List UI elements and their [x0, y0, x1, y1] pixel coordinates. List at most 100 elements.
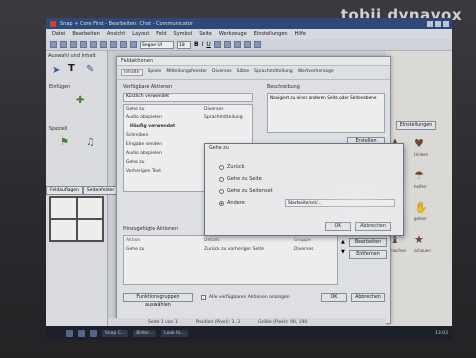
sound-icon[interactable]: ♫ [86, 137, 95, 148]
tab-sprachmitteilung[interactable]: Sprachmitteilung [254, 69, 293, 76]
assigned-actions-table[interactable]: Aktion Details Gruppe Gehe zu Zurück zu … [123, 235, 338, 285]
close-button[interactable] [443, 20, 449, 27]
minimize-button[interactable] [427, 20, 433, 27]
symbol-icon[interactable]: ★ [414, 233, 424, 246]
italic-button[interactable]: I [202, 41, 204, 48]
list-item[interactable]: Audio abspielen [126, 151, 162, 156]
font-size-select[interactable]: 18 [177, 40, 191, 49]
symbol-icon[interactable]: ☂ [414, 169, 424, 182]
menu-item[interactable]: Datei [52, 31, 65, 37]
list-item[interactable]: Gehe zu [126, 107, 145, 112]
radio-label: Gehe zu Seitenset [227, 188, 273, 194]
radio-label: Andere [227, 200, 245, 206]
dialog-tabs: Inhalte Spiele Mitteilungsfenster Divers… [117, 66, 390, 80]
search-input[interactable]: Kürzlich verwendet [123, 93, 253, 102]
move-down-icon[interactable]: ▼ [341, 249, 345, 255]
list-item-group: Diverses [204, 107, 224, 112]
goto-cancel-button[interactable]: Abbrechen [355, 222, 391, 231]
menu-item[interactable]: Werkzeuge [219, 31, 247, 37]
new-icon[interactable] [50, 41, 57, 48]
radio-goto-page[interactable]: Gehe zu Seite [219, 176, 262, 182]
list-item[interactable]: Gehe zu [126, 160, 145, 165]
show-all-checkbox[interactable]: Alle verfügbaren Aktionen anzeigen [201, 295, 290, 300]
layout-preview[interactable] [49, 196, 104, 242]
color-icon[interactable] [233, 41, 241, 48]
menu-item[interactable]: Seite [199, 31, 212, 37]
menu-item[interactable]: Ansicht [107, 31, 125, 37]
settings-button[interactable]: Einstellungen [396, 121, 436, 130]
symbol-icon[interactable]: ♥ [414, 137, 424, 150]
table-cell-group[interactable]: Diverses [294, 247, 313, 252]
list-item[interactable]: Vorherigen Text [126, 169, 161, 174]
align-left-icon[interactable] [213, 41, 221, 48]
list-item[interactable]: Schreiben [126, 133, 148, 138]
bold-button[interactable]: B [194, 41, 199, 48]
function-groups-button[interactable]: Funktionsgruppen auswählen [123, 293, 193, 308]
list-item-group: Sprachmitteilung [204, 115, 243, 120]
taskbar-item[interactable]: Bilder... [133, 329, 157, 337]
list-item[interactable]: Eingabe senden [126, 142, 162, 147]
list-group-header[interactable]: Häufig verwendet [130, 124, 175, 129]
taskbar-item[interactable]: Look fo... [161, 329, 188, 337]
radio-back[interactable]: Zurück [219, 164, 244, 170]
goto-ok-button[interactable]: OK [325, 222, 351, 231]
target-dropdown[interactable]: Startseite/set/... [285, 199, 395, 207]
description-label: Beschreibung [267, 85, 300, 90]
undo-icon[interactable] [110, 41, 117, 48]
fill-icon[interactable] [253, 41, 261, 48]
tab-mitteilungsfenster[interactable]: Mitteilungsfenster [166, 69, 207, 76]
table-cell-action[interactable]: Gehe zu [126, 247, 145, 252]
taskbar-item[interactable]: Snap C... [102, 329, 129, 337]
search-icon[interactable] [78, 329, 85, 337]
maximize-button[interactable] [435, 20, 441, 27]
menu-item[interactable]: Layout [132, 31, 149, 37]
copy-icon[interactable] [90, 41, 97, 48]
menu-item[interactable]: Bearbeiten [72, 31, 99, 37]
cancel-button[interactable]: Abbrechen [351, 293, 385, 302]
tab-diverses[interactable]: Diverses [212, 69, 231, 76]
button-tool-icon[interactable]: ✚ [76, 95, 84, 106]
redo-icon[interactable] [120, 41, 127, 48]
tab-seitenfelder[interactable]: Seitenfelder [82, 186, 119, 195]
tab-spiele[interactable]: Spiele [148, 69, 162, 76]
assigned-actions-label: Hinzugefügte Aktionen [123, 227, 178, 232]
available-actions-label: Verfügbare Aktionen [123, 85, 173, 90]
task-view-icon[interactable] [90, 329, 97, 337]
align-center-icon[interactable] [223, 41, 231, 48]
open-icon[interactable] [60, 41, 67, 48]
tab-saetze[interactable]: Sätze [237, 69, 250, 76]
title-bar: Snap + Core First - Bearbeiten: Chat - C… [46, 18, 452, 29]
radio-other[interactable]: Andere [219, 200, 245, 206]
text-tool-icon[interactable]: T [68, 63, 75, 74]
remove-button[interactable]: Entfernen [349, 250, 387, 259]
symbol-label: machen [390, 248, 407, 253]
radio-goto-pageset[interactable]: Gehe zu Seitenset [219, 188, 273, 194]
tab-wortvorhersage[interactable]: Wortvorhersage [298, 69, 334, 76]
column-header: Details [204, 238, 220, 243]
cut-icon[interactable] [80, 41, 87, 48]
font-select[interactable]: Segoe UI [140, 40, 174, 49]
symbol-icon[interactable]: ✋ [414, 201, 428, 214]
menu-item[interactable]: Feld [156, 31, 166, 37]
paste-icon[interactable] [100, 41, 107, 48]
border-icon[interactable] [243, 41, 251, 48]
table-cell-details[interactable]: Zurück zu vorheriger Seite [204, 247, 264, 252]
tab-inhalte[interactable]: Inhalte [121, 69, 143, 76]
underline-button[interactable]: U [206, 41, 210, 48]
cursor-icon[interactable]: ➤ [52, 65, 60, 76]
tab-feldauflagen[interactable]: Feldauflagen [46, 186, 83, 195]
menu-item[interactable]: Einstellungen [254, 31, 288, 37]
ok-button[interactable]: OK [321, 293, 347, 302]
column-header: Gruppe [294, 238, 311, 243]
menu-item[interactable]: Symbol [174, 31, 193, 37]
draw-icon[interactable]: ✎ [86, 64, 94, 75]
menu-item[interactable]: Hilfe [295, 31, 306, 37]
brush-icon[interactable] [130, 41, 137, 48]
save-icon[interactable] [70, 41, 77, 48]
edit-button[interactable]: Bearbeiten [349, 238, 387, 247]
move-up-icon[interactable]: ▲ [341, 239, 345, 245]
start-icon[interactable] [66, 329, 73, 337]
list-item[interactable]: Audio abspielen [126, 115, 162, 120]
insert-label: Einfügen [49, 85, 71, 90]
link-icon[interactable]: ⚑ [60, 137, 69, 148]
